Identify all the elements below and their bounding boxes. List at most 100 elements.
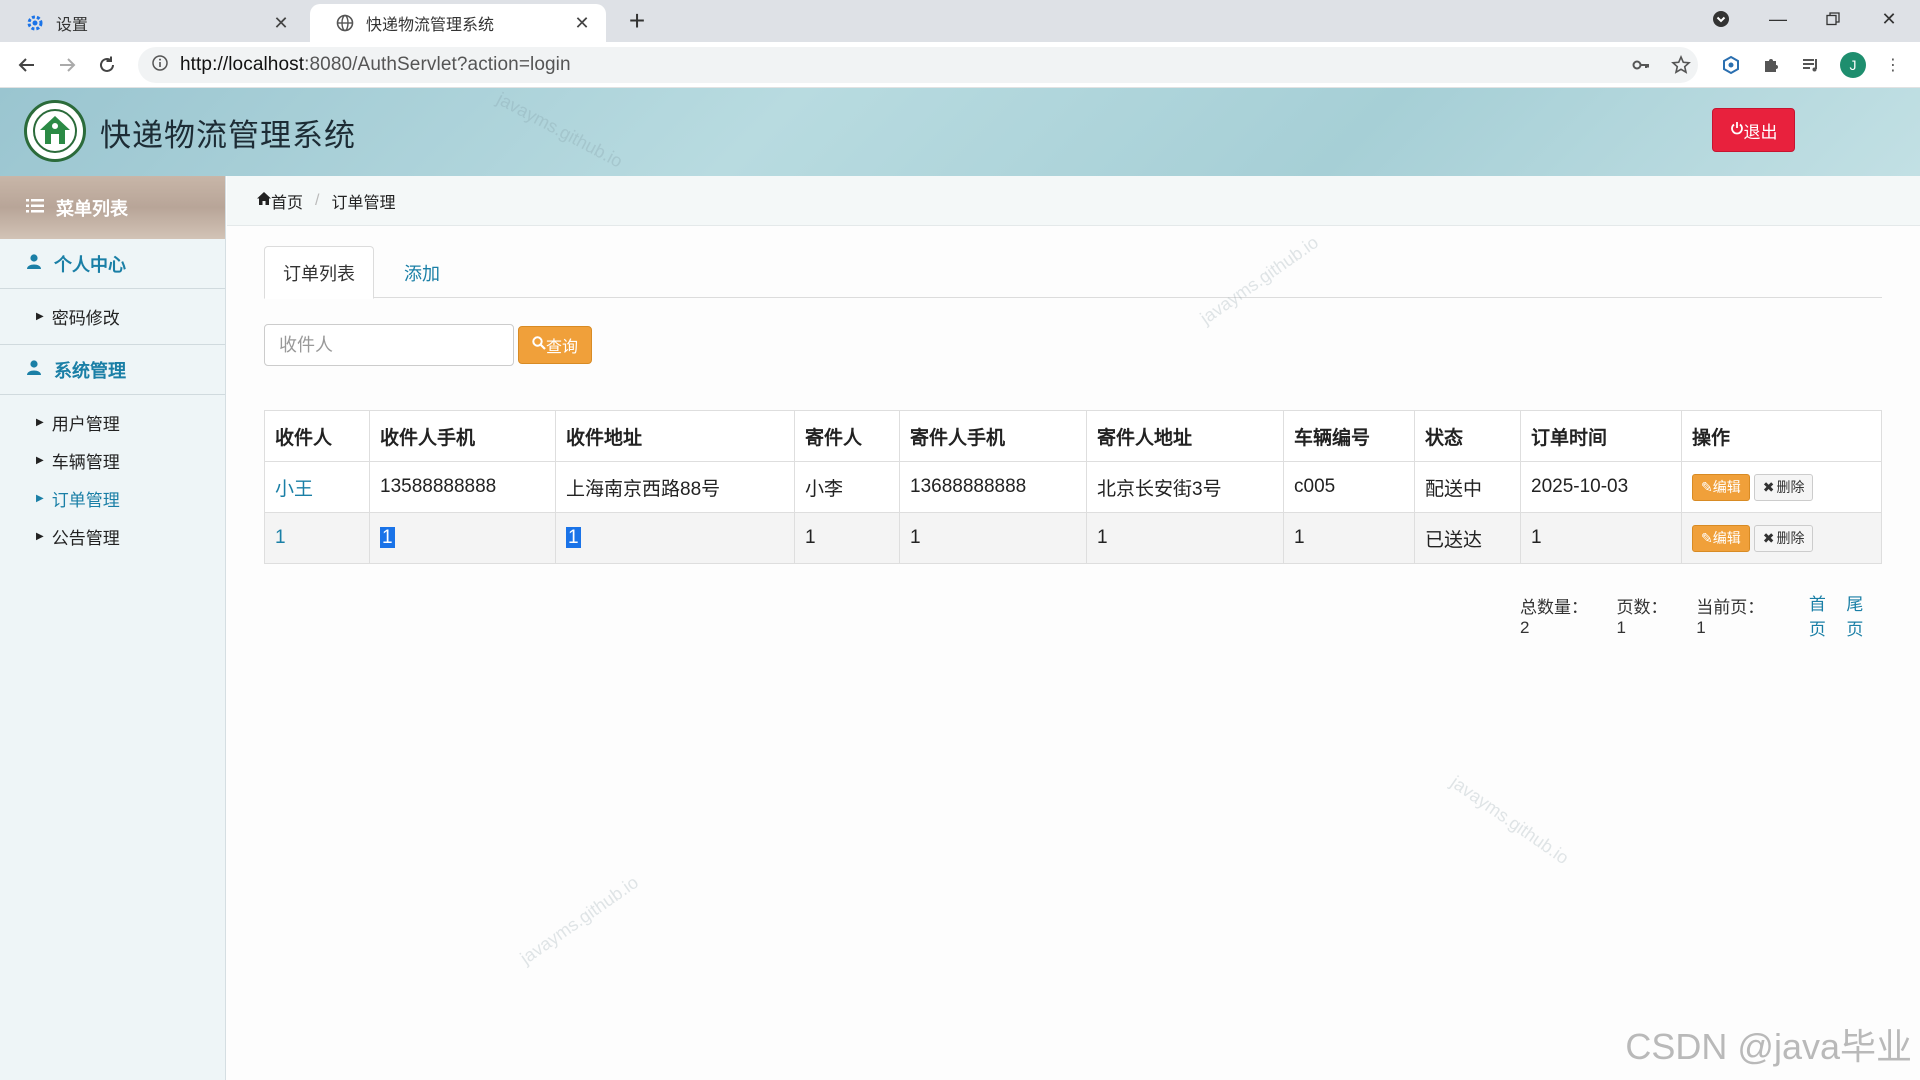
breadcrumb-home[interactable]: 首页 bbox=[271, 189, 303, 213]
edit-button[interactable]: ✎ 编辑 bbox=[1692, 473, 1750, 501]
restore-icon[interactable] bbox=[1820, 4, 1846, 34]
university-logo bbox=[24, 100, 86, 162]
table-cell: 1 bbox=[369, 512, 556, 564]
pencil-icon: ✎ bbox=[1701, 478, 1713, 495]
table-cell: 1 bbox=[794, 512, 900, 564]
extension-hex-icon[interactable] bbox=[1718, 52, 1744, 78]
orders-table: 收件人 收件人手机 收件地址 寄件人 寄件人手机 寄件人地址 车辆编号 状态 订… bbox=[264, 410, 1882, 564]
table-cell: 小李 bbox=[794, 461, 900, 513]
search-button[interactable]: 查询 bbox=[518, 326, 592, 364]
forward-icon[interactable] bbox=[54, 52, 80, 78]
selected-text: 1 bbox=[380, 527, 395, 548]
new-tab-icon[interactable]: + bbox=[622, 6, 652, 36]
caret-right-icon: ▶ bbox=[36, 530, 44, 542]
sidebar-item-label: 订单管理 bbox=[51, 490, 120, 510]
address-bar[interactable]: http://localhost:8080/AuthServlet?action… bbox=[138, 47, 1698, 83]
column-header: 寄件人地址 bbox=[1086, 410, 1284, 462]
search-icon bbox=[532, 335, 546, 355]
watermark: javayms.github.io bbox=[1447, 772, 1573, 869]
breadcrumb-current: 订单管理 bbox=[331, 194, 396, 212]
edit-label: 编辑 bbox=[1712, 530, 1741, 546]
sidebar-group-personal[interactable]: 个人中心 bbox=[0, 239, 225, 289]
delete-button[interactable]: ✖ 删除 bbox=[1753, 524, 1814, 552]
sidebar-item-vehicles[interactable]: ▶ 车辆管理 bbox=[0, 441, 225, 479]
kebab-menu-icon[interactable]: ⋮ bbox=[1880, 52, 1906, 78]
home-icon[interactable] bbox=[257, 191, 271, 210]
puzzle-icon[interactable] bbox=[1758, 52, 1784, 78]
page-count: 页数：1 bbox=[1616, 597, 1668, 637]
column-header: 车辆编号 bbox=[1283, 410, 1415, 462]
user-icon bbox=[26, 253, 42, 274]
divider bbox=[0, 335, 225, 345]
recipient-link[interactable]: 1 bbox=[264, 512, 370, 564]
sidebar-item-label: 公告管理 bbox=[51, 528, 120, 548]
edit-button[interactable]: ✎ 编辑 bbox=[1692, 524, 1750, 552]
table-cell: 1 bbox=[1283, 512, 1415, 564]
column-header: 操作 bbox=[1681, 410, 1882, 462]
logout-button[interactable]: 退出 bbox=[1712, 108, 1795, 152]
column-header: 状态 bbox=[1414, 410, 1521, 462]
table-cell: 13588888888 bbox=[369, 461, 556, 513]
recipient-search-input[interactable] bbox=[264, 324, 514, 366]
search-button-label: 查询 bbox=[545, 339, 578, 356]
x-icon: ✖ bbox=[1762, 478, 1775, 495]
media-queue-icon[interactable] bbox=[1798, 52, 1824, 78]
actions-cell: ✎ 编辑 ✖ 删除 bbox=[1681, 512, 1882, 564]
tab-add[interactable]: 添加 bbox=[382, 246, 462, 299]
recipient-link[interactable]: 小王 bbox=[264, 461, 370, 513]
caret-right-icon: ▶ bbox=[36, 492, 44, 504]
browser-toolbar: http://localhost:8080/AuthServlet?action… bbox=[0, 42, 1920, 88]
breadcrumb-separator: / bbox=[315, 191, 320, 209]
window-close-icon[interactable]: ✕ bbox=[1876, 4, 1902, 34]
column-header: 收件地址 bbox=[555, 410, 795, 462]
app-title: 快递物流管理系统 bbox=[100, 118, 356, 153]
sidebar-menu-header: 菜单列表 bbox=[0, 176, 225, 239]
sidebar-group-label: 个人中心 bbox=[54, 254, 126, 275]
sidebar-item-notices[interactable]: ▶ 公告管理 bbox=[0, 517, 225, 555]
table-cell: 1 bbox=[555, 512, 795, 564]
tab-order-list[interactable]: 订单列表 bbox=[264, 246, 374, 299]
power-icon bbox=[1730, 120, 1744, 140]
gear-icon bbox=[24, 12, 46, 34]
reload-icon[interactable] bbox=[94, 52, 120, 78]
sidebar-group-label: 系统管理 bbox=[54, 360, 126, 381]
column-header: 收件人 bbox=[264, 410, 370, 462]
key-icon[interactable] bbox=[1628, 52, 1654, 78]
info-icon[interactable] bbox=[152, 54, 168, 76]
delete-label: 删除 bbox=[1776, 479, 1805, 495]
page-tabs: 订单列表 添加 bbox=[264, 246, 1882, 299]
table-cell: 13688888888 bbox=[899, 461, 1087, 513]
browser-tab-title: 设置 bbox=[56, 17, 89, 34]
sidebar-item-password[interactable]: ▶ 密码修改 bbox=[0, 297, 225, 335]
total-count: 总数量：2 bbox=[1520, 597, 1589, 637]
table-cell: c005 bbox=[1283, 461, 1415, 513]
actions-cell: ✎ 编辑 ✖ 删除 bbox=[1681, 461, 1882, 513]
last-page-link[interactable]: 尾页 bbox=[1846, 590, 1880, 640]
close-icon[interactable]: ✕ bbox=[271, 13, 291, 34]
caret-right-icon: ▶ bbox=[36, 454, 44, 466]
browser-tab-bar: 设置 ✕ 快递物流管理系统 ✕ + — ✕ bbox=[0, 0, 1920, 42]
status-cell: 已送达 bbox=[1414, 512, 1521, 564]
profile-avatar[interactable]: J bbox=[1840, 52, 1866, 78]
tab-search-icon[interactable] bbox=[1708, 4, 1734, 34]
browser-tab-app[interactable]: 快递物流管理系统 ✕ bbox=[310, 4, 606, 42]
table-cell: 1 bbox=[899, 512, 1087, 564]
edit-label: 编辑 bbox=[1712, 479, 1741, 495]
sidebar-item-users[interactable]: ▶ 用户管理 bbox=[0, 403, 225, 441]
browser-tab-settings[interactable]: 设置 ✕ bbox=[0, 4, 305, 42]
close-icon[interactable]: ✕ bbox=[572, 13, 592, 34]
list-icon bbox=[26, 197, 44, 218]
first-page-link[interactable]: 首页 bbox=[1809, 590, 1843, 640]
star-icon[interactable] bbox=[1668, 52, 1694, 78]
sidebar-item-orders[interactable]: ▶ 订单管理 bbox=[0, 479, 225, 517]
sidebar-group-system[interactable]: 系统管理 bbox=[0, 345, 225, 395]
table-cell: 2025-10-03 bbox=[1520, 461, 1682, 513]
globe-icon bbox=[334, 12, 356, 34]
back-icon[interactable] bbox=[14, 52, 40, 78]
table-cell: 北京长安街3号 bbox=[1086, 461, 1284, 513]
status-cell: 配送中 bbox=[1414, 461, 1521, 513]
minimize-icon[interactable]: — bbox=[1765, 4, 1791, 34]
sidebar: 菜单列表 个人中心 ▶ 密码修改 系统管理 ▶ 用户管理 ▶ 车辆管理 ▶ 订单… bbox=[0, 176, 226, 1080]
delete-button[interactable]: ✖ 删除 bbox=[1753, 473, 1814, 501]
